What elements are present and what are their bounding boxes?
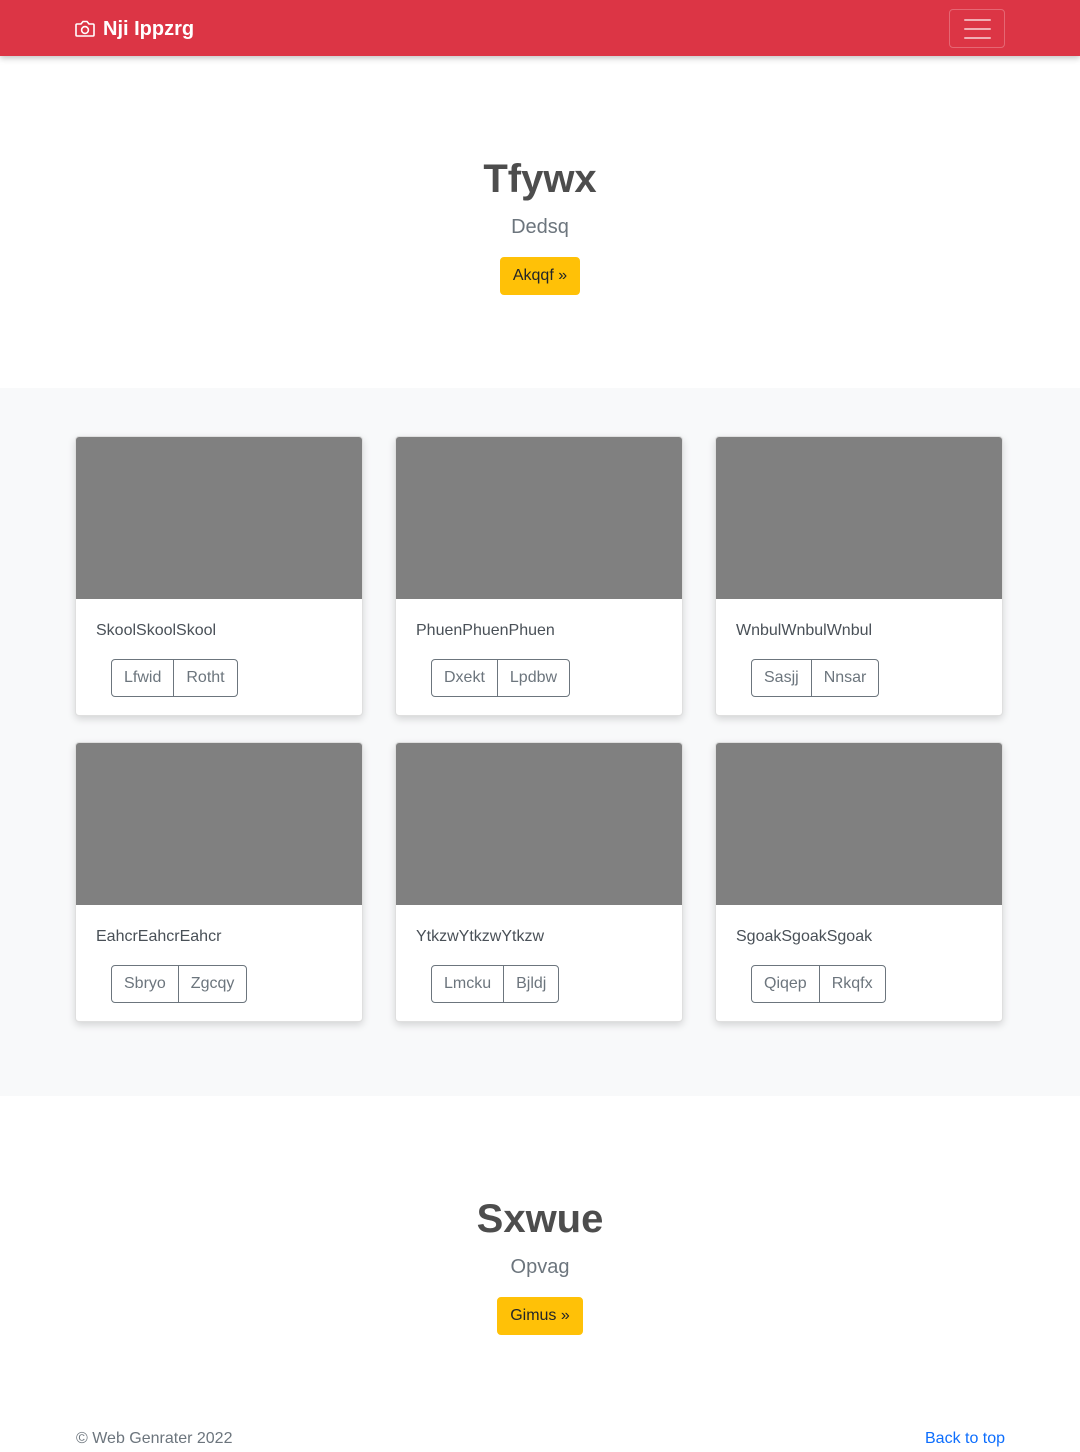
card-button[interactable]: Sbryo xyxy=(111,965,179,1003)
hero-section: Sxwue Opvag Gimus » xyxy=(0,1195,1080,1335)
card-button[interactable]: Qiqep xyxy=(751,965,820,1003)
card-button[interactable]: Rotht xyxy=(173,659,238,697)
card-text: SkoolSkoolSkool xyxy=(96,622,217,639)
card: WnbulWnbulWnbul Sasjj Nnsar xyxy=(715,436,1003,716)
card-thumbnail xyxy=(396,437,682,599)
card: PhuenPhuenPhuen Dxekt Lpdbw xyxy=(395,436,683,716)
footer-copyright: © Web Genrater 2022 xyxy=(76,1430,233,1447)
card-button-group: Lmcku Bjldj xyxy=(431,965,560,1003)
card-text: EahcrEahcrEahcr xyxy=(96,928,222,945)
hero-title: Tfywx xyxy=(483,157,597,201)
card: EahcrEahcrEahcr Sbryo Zgcqy xyxy=(75,742,363,1022)
hero-subtitle: Dedsq xyxy=(511,216,569,238)
card-button[interactable]: Nnsar xyxy=(810,659,880,697)
hero-cta-button[interactable]: Gimus » xyxy=(497,1297,583,1335)
card-button[interactable]: Bjldj xyxy=(503,965,560,1003)
card-text: YtkzwYtkzwYtkzw xyxy=(416,928,545,945)
card-button-group: Sasjj Nnsar xyxy=(751,659,880,697)
navbar-toggler-button[interactable] xyxy=(949,9,1005,48)
card-button[interactable]: Lmcku xyxy=(431,965,505,1003)
card-button[interactable]: Lfwid xyxy=(111,659,175,697)
card-button[interactable]: Lpdbw xyxy=(496,659,571,697)
card-button[interactable]: Zgcqy xyxy=(177,965,248,1003)
hero-subtitle: Opvag xyxy=(510,1256,570,1278)
card-button[interactable]: Sasjj xyxy=(751,659,812,697)
card: YtkzwYtkzwYtkzw Lmcku Bjldj xyxy=(395,742,683,1022)
card-thumbnail xyxy=(396,743,682,905)
hero-title: Sxwue xyxy=(476,1197,604,1241)
card-thumbnail xyxy=(716,743,1002,905)
card-text: PhuenPhuenPhuen xyxy=(416,622,555,639)
hero-section: Tfywx Dedsq Akqqf » xyxy=(0,155,1080,295)
card: SkoolSkoolSkool Lfwid Rotht xyxy=(75,436,363,716)
camera-icon xyxy=(75,20,95,37)
card-button[interactable]: Dxekt xyxy=(431,659,498,697)
card-thumbnail xyxy=(76,743,362,905)
card: SgoakSgoakSgoak Qiqep Rkqfx xyxy=(715,742,1003,1022)
back-to-top-link[interactable]: Back to top xyxy=(925,1430,1005,1448)
album-section: SkoolSkoolSkool Lfwid Rotht PhuenPhuenPh… xyxy=(0,388,1080,1096)
navbar: Nji Ippzrg xyxy=(0,0,1080,56)
card-button-group: Dxekt Lpdbw xyxy=(431,659,571,697)
hero-cta-button[interactable]: Akqqf » xyxy=(499,257,581,295)
card-button-group: Sbryo Zgcqy xyxy=(111,965,248,1003)
card-thumbnail xyxy=(716,437,1002,599)
card-button[interactable]: Rkqfx xyxy=(818,965,886,1003)
hamburger-icon xyxy=(963,18,991,21)
card-button-group: Qiqep Rkqfx xyxy=(751,965,886,1003)
card-thumbnail xyxy=(76,437,362,599)
navbar-brand[interactable]: Nji Ippzrg xyxy=(75,16,194,42)
card-button-group: Lfwid Rotht xyxy=(111,659,238,697)
card-text: SgoakSgoakSgoak xyxy=(736,928,873,945)
card-text: WnbulWnbulWnbul xyxy=(736,622,873,639)
brand-name: Nji Ippzrg xyxy=(103,17,195,40)
